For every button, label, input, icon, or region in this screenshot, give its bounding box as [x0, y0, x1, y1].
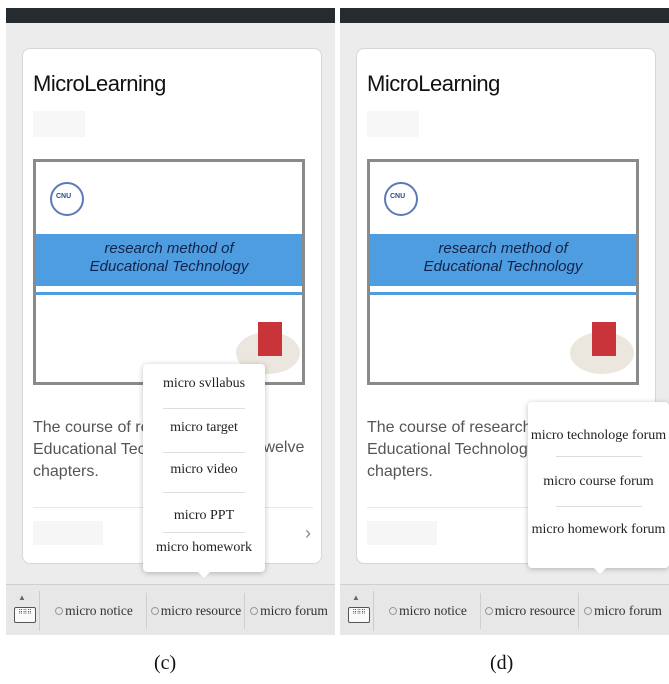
slide-banner: research method of Educational Technolog…: [36, 234, 302, 286]
caret-up-icon: ▲: [352, 593, 360, 602]
app-title: MicroLearning: [367, 71, 500, 96]
status-bar: [340, 8, 669, 23]
resource-popup-menu: micro svllabus micro target micro video …: [143, 364, 265, 578]
chevron-right-icon[interactable]: ›: [305, 523, 311, 544]
keyboard-toggle-button[interactable]: ▲ ⠿⠿⠿: [344, 591, 374, 631]
keyboard-toggle-button[interactable]: ▲ ⠿⠿⠿: [10, 591, 40, 631]
banner-underline: [36, 292, 302, 295]
tab-micro-notice[interactable]: micro notice: [378, 585, 478, 635]
menu-item-syllabus[interactable]: micro svllabus: [143, 376, 265, 392]
banner-underline: [370, 292, 636, 295]
menu-item-homework[interactable]: micro homework: [143, 540, 265, 556]
forum-popup-menu: micro technologe forum micro course foru…: [528, 402, 669, 574]
tab-micro-notice[interactable]: micro notice: [44, 585, 144, 635]
keyboard-icon: ⠿⠿⠿: [348, 607, 370, 623]
menu-item-target[interactable]: micro target: [143, 420, 265, 436]
logo-text: CNU: [390, 193, 406, 200]
divider: [556, 456, 642, 457]
circle-icon: [584, 607, 593, 615]
tab-micro-forum[interactable]: micro forum: [245, 585, 333, 635]
menu-item-technology-forum[interactable]: micro technologe forum: [528, 428, 669, 444]
tab-label: micro resource: [494, 603, 576, 618]
divider: [163, 408, 245, 409]
red-seal-icon: [592, 322, 616, 356]
circle-icon: [150, 607, 159, 615]
status-bar: [6, 8, 335, 23]
app-title: MicroLearning: [33, 71, 166, 96]
popup-arrow: [594, 568, 606, 574]
tab-label: micro resource: [160, 603, 242, 618]
university-logo-icon: CNU: [50, 182, 84, 216]
footer-placeholder: [33, 521, 103, 545]
bottom-tab-bar: ▲ ⠿⠿⠿ micro notice micro resource micro …: [6, 584, 335, 635]
slide-title-line2: Educational Technology: [89, 258, 249, 275]
slide-banner: research method of Educational Technolog…: [370, 234, 636, 286]
popup-arrow: [198, 572, 210, 578]
tab-micro-resource[interactable]: micro resource: [481, 585, 579, 635]
subtitle-placeholder: [33, 111, 85, 137]
tab-label: micro notice: [65, 603, 133, 618]
circle-icon: [389, 607, 398, 615]
menu-item-video[interactable]: micro video: [143, 462, 265, 478]
course-slide-image[interactable]: CNU research method of Educational Techn…: [367, 159, 639, 385]
tab-micro-forum[interactable]: micro forum: [579, 585, 667, 635]
bottom-tab-bar: ▲ ⠿⠿⠿ micro notice micro resource micro …: [340, 584, 669, 635]
tab-label: micro forum: [260, 603, 328, 618]
menu-item-ppt[interactable]: micro PPT: [143, 508, 265, 524]
menu-item-course-forum[interactable]: micro course forum: [528, 474, 669, 490]
footer-placeholder: [367, 521, 437, 545]
tab-label: micro notice: [399, 603, 467, 618]
phone-screen-c: MicroLearning CNU research method of Edu…: [6, 8, 335, 635]
figure-caption-d: (d): [490, 652, 514, 674]
slide-title-line2: Educational Technology: [423, 258, 583, 275]
university-logo-icon: CNU: [384, 182, 418, 216]
divider: [163, 452, 245, 453]
circle-icon: [484, 607, 493, 615]
tab-label: micro forum: [594, 603, 662, 618]
slide-title-line1: research method of: [104, 240, 234, 257]
course-slide-image[interactable]: CNU research method of Educational Techn…: [33, 159, 305, 385]
logo-text: CNU: [56, 193, 72, 200]
red-seal-icon: [258, 322, 282, 356]
divider: [163, 492, 245, 493]
phone-screen-d: MicroLearning CNU research method of Edu…: [340, 8, 669, 635]
description-tail: twelve: [259, 439, 305, 456]
figure-caption-c: (c): [154, 652, 177, 674]
caret-up-icon: ▲: [18, 593, 26, 602]
circle-icon: [250, 607, 259, 615]
menu-item-homework-forum[interactable]: micro homework forum: [528, 522, 669, 538]
subtitle-placeholder: [367, 111, 419, 137]
divider: [556, 506, 642, 507]
circle-icon: [55, 607, 64, 615]
keyboard-icon: ⠿⠿⠿: [14, 607, 36, 623]
slide-title-line1: research method of: [438, 240, 568, 257]
tab-micro-resource[interactable]: micro resource: [147, 585, 245, 635]
divider: [163, 532, 245, 533]
